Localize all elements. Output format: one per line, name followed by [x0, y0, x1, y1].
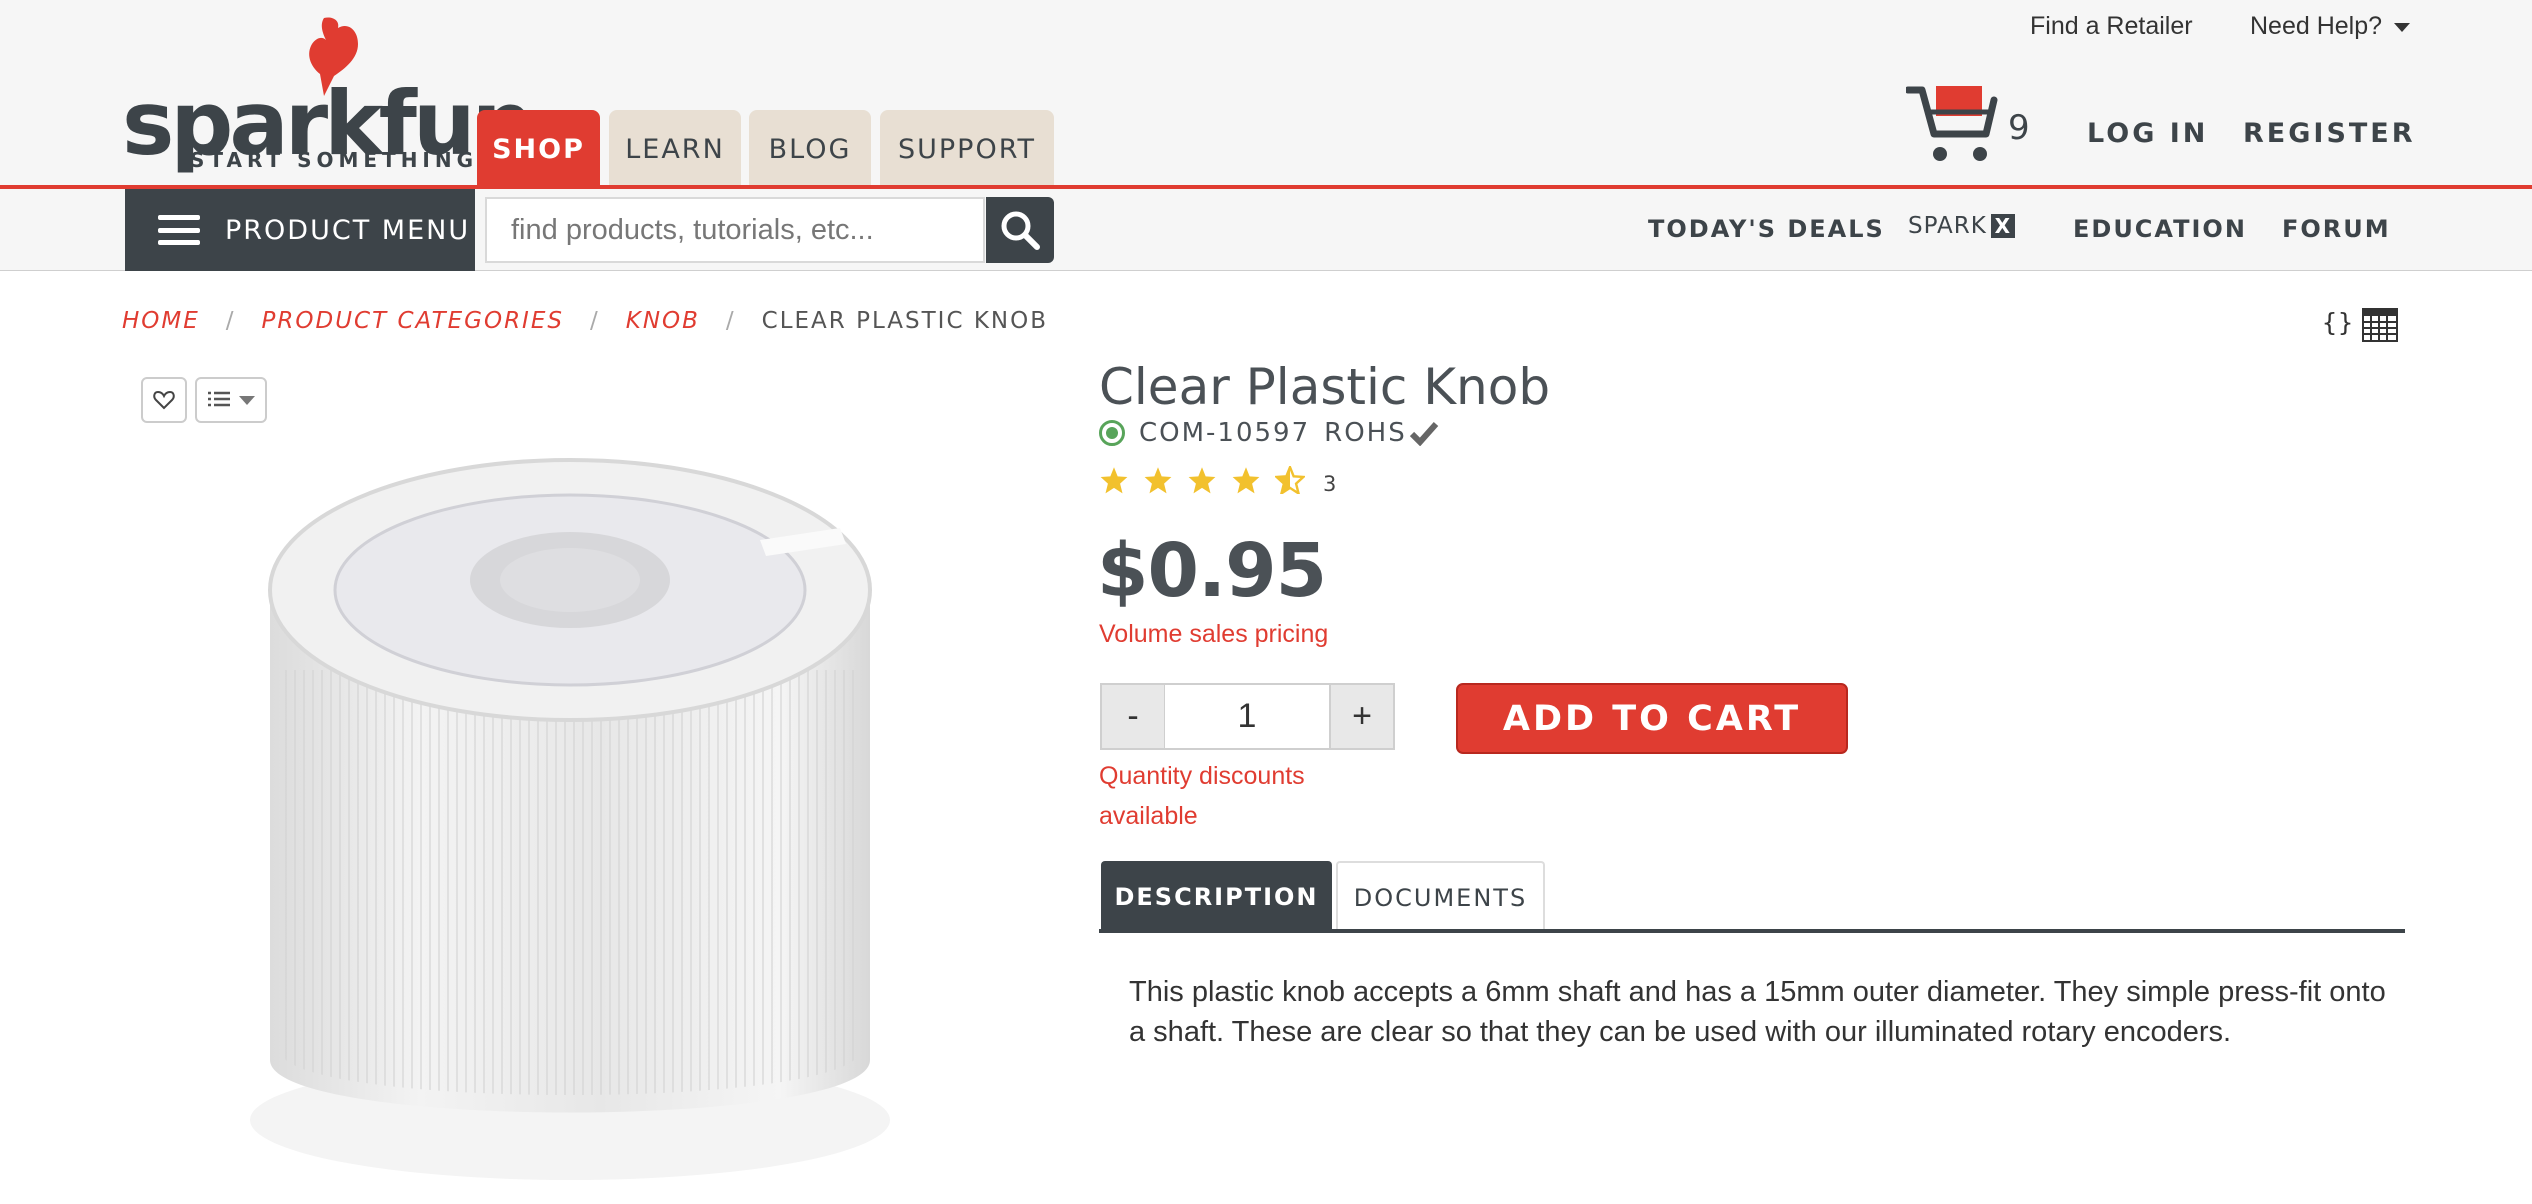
json-icon[interactable]: {} — [2322, 308, 2354, 337]
tab-blog[interactable]: BLOG — [749, 110, 871, 188]
breadcrumb-current: CLEAR PLASTIC KNOB — [761, 308, 1049, 334]
product-rating[interactable]: 3 — [1099, 464, 1336, 496]
register-link[interactable]: REGISTER — [2243, 118, 2416, 149]
breadcrumb-separator: / — [725, 308, 736, 334]
cart-count[interactable]: 9 — [2008, 108, 2030, 148]
product-description: This plastic knob accepts a 6mm shaft an… — [1129, 976, 2386, 1048]
tab-learn[interactable]: LEARN — [609, 110, 741, 188]
star-icon — [1188, 467, 1216, 494]
tab-divider — [1099, 929, 2405, 933]
breadcrumb-separator: / — [589, 308, 600, 334]
top-header: sparkfun START SOMETHING SHOP LEARN BLOG… — [0, 0, 2532, 189]
todays-deals-link[interactable]: TODAY'S DEALS — [1648, 215, 1885, 243]
search-icon — [1001, 211, 1040, 250]
check-icon — [1409, 422, 1438, 446]
list-icon — [208, 391, 230, 407]
sparkx-badge: X — [1990, 214, 2015, 238]
product-menu-button[interactable]: PRODUCT MENU — [125, 189, 475, 271]
star-icon — [1232, 467, 1260, 494]
search-button[interactable] — [986, 197, 1054, 263]
breadcrumb-separator: / — [225, 308, 236, 334]
star-half-icon — [1275, 466, 1305, 494]
quantity-input[interactable] — [1165, 683, 1329, 750]
hamburger-icon — [158, 215, 200, 245]
tab-documents[interactable]: DOCUMENTS — [1336, 861, 1545, 933]
quantity-discounts-link[interactable]: Quantity discounts available — [1099, 756, 1339, 836]
wishlist-button[interactable] — [141, 377, 187, 423]
tab-shop[interactable]: SHOP — [477, 110, 600, 188]
forum-link[interactable]: FORUM — [2282, 215, 2391, 243]
quantity-increment-button[interactable]: + — [1329, 683, 1395, 750]
volume-pricing-link[interactable]: Volume sales pricing — [1099, 620, 1328, 649]
nav-bar: PRODUCT MENU TODAY'S DEALS SPARKX EDUCAT… — [0, 189, 2532, 271]
search-input[interactable] — [485, 197, 985, 263]
education-link[interactable]: EDUCATION — [2073, 215, 2247, 243]
need-help-label: Need Help? — [2250, 12, 2383, 40]
chevron-down-icon — [2394, 22, 2411, 32]
sparkx-link[interactable]: SPARK X — [1908, 213, 2015, 239]
breadcrumb-product-categories[interactable]: PRODUCT CATEGORIES — [262, 308, 564, 334]
product-price: $0.95 — [1097, 528, 1327, 614]
breadcrumb: HOME / PRODUCT CATEGORIES / KNOB / CLEAR… — [122, 308, 1048, 334]
logo-tagline: START SOMETHING — [190, 148, 479, 172]
product-sku-row: COM-10597 ROHS — [1099, 418, 1439, 448]
sparkfun-logo[interactable]: sparkfun START SOMETHING — [122, 14, 534, 174]
list-options-button[interactable] — [195, 377, 267, 423]
status-dot-icon — [1099, 420, 1125, 446]
rohs-label: ROHS — [1324, 418, 1407, 448]
quantity-decrement-button[interactable]: - — [1100, 683, 1166, 750]
product-image[interactable] — [240, 440, 900, 1180]
tab-support[interactable]: SUPPORT — [880, 110, 1054, 188]
calendar-icon[interactable] — [2362, 306, 2398, 342]
heart-icon — [153, 390, 175, 410]
chevron-down-icon — [239, 395, 255, 405]
review-count[interactable]: 3 — [1323, 472, 1336, 496]
star-icon — [1144, 467, 1172, 494]
cart-icon[interactable] — [1906, 82, 1998, 166]
need-help-dropdown[interactable]: Need Help? — [2250, 12, 2411, 41]
login-link[interactable]: LOG IN — [2087, 118, 2208, 149]
tab-description[interactable]: DESCRIPTION — [1101, 861, 1332, 933]
breadcrumb-home[interactable]: HOME — [122, 308, 200, 334]
star-icon — [1100, 467, 1128, 494]
sparkx-label: SPARK — [1908, 213, 1987, 239]
product-sku: COM-10597 — [1139, 418, 1311, 448]
product-title: Clear Plastic Knob — [1099, 358, 1551, 416]
product-menu-label: PRODUCT MENU — [225, 214, 471, 246]
add-to-cart-button[interactable]: ADD TO CART — [1456, 683, 1848, 754]
breadcrumb-knob[interactable]: KNOB — [626, 308, 700, 334]
find-retailer-link[interactable]: Find a Retailer — [2030, 12, 2193, 41]
